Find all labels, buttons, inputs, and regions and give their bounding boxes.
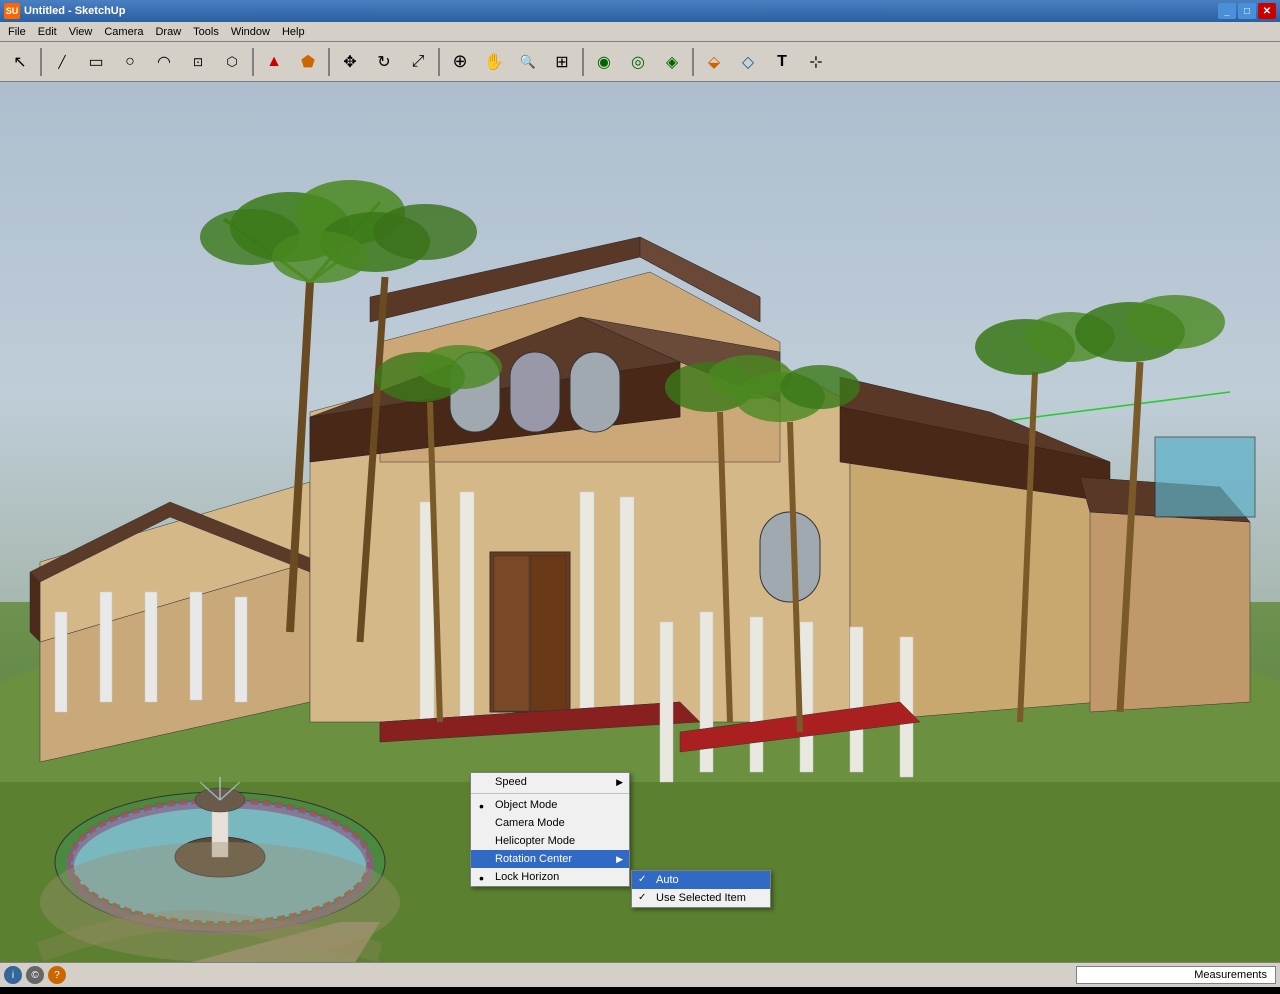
sub-auto[interactable]: Auto bbox=[632, 871, 770, 889]
move-tool[interactable]: ✥ bbox=[334, 46, 366, 78]
walk-tool[interactable]: ◉ bbox=[588, 46, 620, 78]
title-bar-buttons: _ □ ✕ bbox=[1218, 3, 1276, 19]
menu-edit[interactable]: Edit bbox=[32, 24, 63, 40]
copyright-icon[interactable]: © bbox=[26, 966, 44, 984]
menu-draw[interactable]: Draw bbox=[149, 24, 187, 40]
menu-camera[interactable]: Camera bbox=[98, 24, 149, 40]
measurements-label: Measurements bbox=[1194, 969, 1267, 981]
zoom-extents-tool[interactable]: ⊞ bbox=[546, 46, 578, 78]
eraser-tool[interactable]: ⬟ bbox=[292, 46, 324, 78]
title-bar-left: SU Untitled - SketchUp bbox=[4, 3, 125, 19]
axes-tool[interactable]: ⊹ bbox=[800, 46, 832, 78]
status-bar: i © ? Measurements bbox=[0, 962, 1280, 987]
scale-tool[interactable]: ⤢ bbox=[402, 46, 434, 78]
dimensions-tool[interactable]: ◇ bbox=[732, 46, 764, 78]
close-button[interactable]: ✕ bbox=[1258, 3, 1276, 19]
text-tool[interactable]: T bbox=[766, 46, 798, 78]
maximize-button[interactable]: □ bbox=[1238, 3, 1256, 19]
status-left: i © ? bbox=[4, 966, 66, 984]
ctx-sep-1 bbox=[471, 793, 629, 794]
zoom-tool[interactable]: 🔍 bbox=[512, 46, 544, 78]
status-icons: i © ? bbox=[4, 966, 66, 984]
ctx-camera-mode[interactable]: Camera Mode bbox=[471, 814, 629, 832]
menu-window[interactable]: Window bbox=[225, 24, 276, 40]
ctx-helicopter-mode[interactable]: Helicopter Mode bbox=[471, 832, 629, 850]
section-plane-tool[interactable]: ⬙ bbox=[698, 46, 730, 78]
rectangle-tool[interactable]: ▭ bbox=[80, 46, 112, 78]
toolbar-sep-4 bbox=[438, 48, 440, 76]
app-icon: SU bbox=[4, 3, 20, 19]
measurements-box[interactable]: Measurements bbox=[1076, 966, 1276, 984]
rotation-center-submenu: Auto Use Selected Item bbox=[631, 870, 771, 908]
circle-tool[interactable]: ○ bbox=[114, 46, 146, 78]
toolbar-sep-1 bbox=[40, 48, 42, 76]
orbit-tool[interactable]: ⊕ bbox=[444, 46, 476, 78]
ctx-rotation-center[interactable]: Rotation Center bbox=[471, 850, 629, 868]
ctx-lock-horizon-label: Lock Horizon bbox=[495, 871, 559, 883]
line-tool[interactable]: ╱ bbox=[46, 46, 78, 78]
context-menu: Speed Object Mode Camera Mode Helicopter… bbox=[470, 772, 630, 887]
position-camera-tool[interactable]: ◈ bbox=[656, 46, 688, 78]
look-around-tool[interactable]: ◎ bbox=[622, 46, 654, 78]
menu-file[interactable]: File bbox=[2, 24, 32, 40]
sub-use-selected-item[interactable]: Use Selected Item bbox=[632, 889, 770, 907]
info-icon[interactable]: i bbox=[4, 966, 22, 984]
menu-view[interactable]: View bbox=[63, 24, 99, 40]
push-pull-tool[interactable]: ⬡ bbox=[216, 46, 248, 78]
minimize-button[interactable]: _ bbox=[1218, 3, 1236, 19]
arc-tool[interactable]: ◠ bbox=[148, 46, 180, 78]
select-tool[interactable]: ↖ bbox=[4, 46, 36, 78]
offset-tool[interactable]: ⊡ bbox=[182, 46, 214, 78]
help-icon[interactable]: ? bbox=[48, 966, 66, 984]
toolbar-sep-3 bbox=[328, 48, 330, 76]
pan-tool[interactable]: ✋ bbox=[478, 46, 510, 78]
ctx-object-mode[interactable]: Object Mode bbox=[471, 796, 629, 814]
toolbar-sep-5 bbox=[582, 48, 584, 76]
viewport[interactable]: Speed Object Mode Camera Mode Helicopter… bbox=[0, 82, 1280, 987]
menu-help[interactable]: Help bbox=[276, 24, 311, 40]
title-bar: SU Untitled - SketchUp _ □ ✕ bbox=[0, 0, 1280, 22]
rotate-tool[interactable]: ↻ bbox=[368, 46, 400, 78]
toolbar-sep-2 bbox=[252, 48, 254, 76]
ctx-lock-horizon[interactable]: Lock Horizon bbox=[471, 868, 629, 886]
menu-bar: File Edit View Camera Draw Tools Window … bbox=[0, 22, 1280, 42]
window-title: Untitled - SketchUp bbox=[24, 5, 125, 17]
paint-tool[interactable]: ▲ bbox=[258, 46, 290, 78]
ctx-speed[interactable]: Speed bbox=[471, 773, 629, 791]
menu-tools[interactable]: Tools bbox=[187, 24, 225, 40]
toolbar-sep-6 bbox=[692, 48, 694, 76]
house-scene bbox=[0, 82, 1280, 987]
toolbar: ↖ ╱ ▭ ○ ◠ ⊡ ⬡ ▲ ⬟ ✥ ↻ ⤢ ⊕ ✋ 🔍 ⊞ ◉ ◎ ◈ ⬙ … bbox=[0, 42, 1280, 82]
